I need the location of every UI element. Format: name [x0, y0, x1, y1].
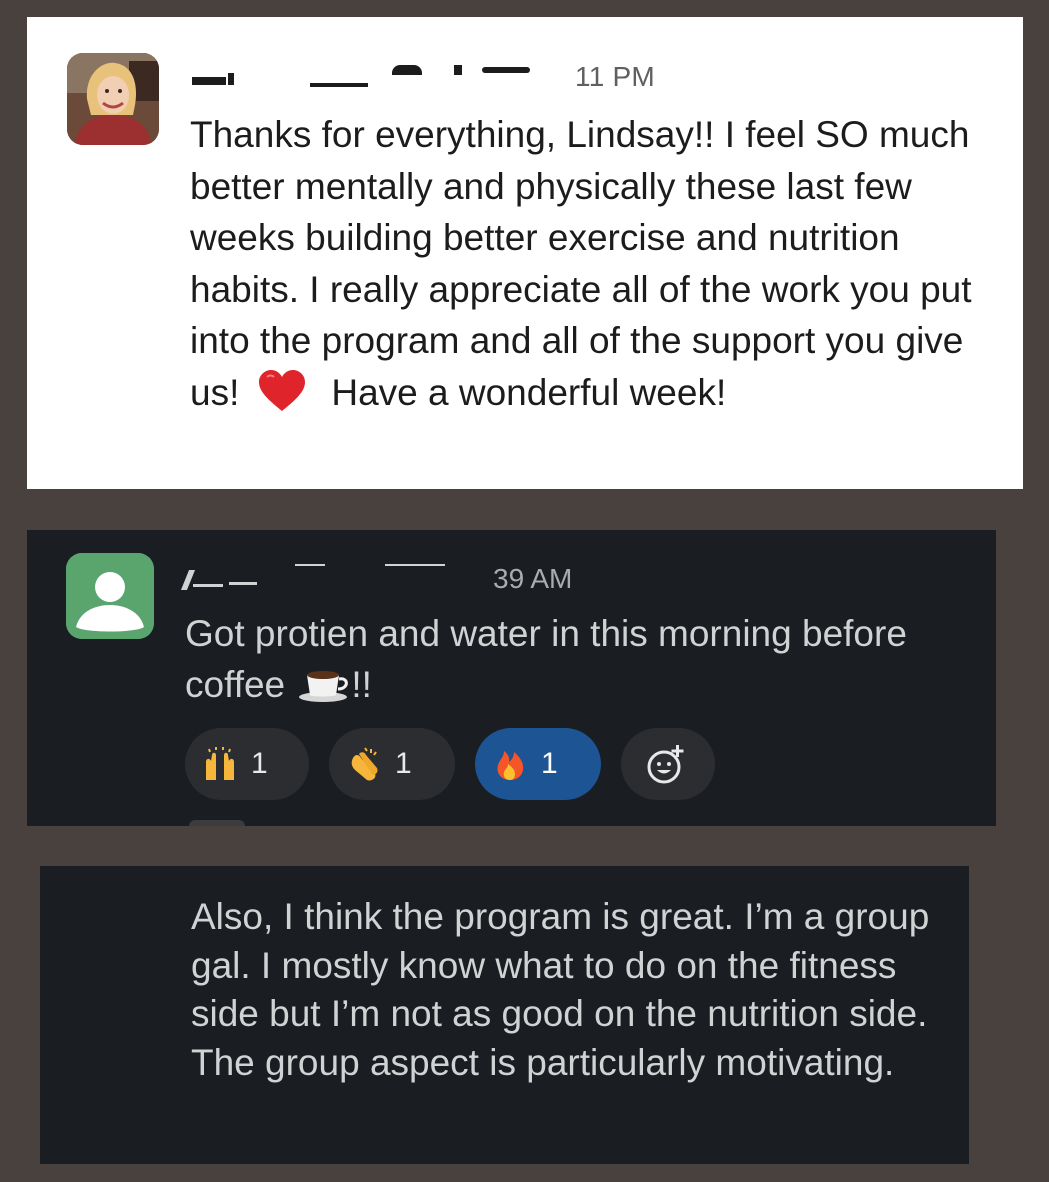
coffee-cup-icon [299, 671, 349, 702]
message-body: Got protien and water in this morning be… [185, 613, 907, 705]
message-body-closing: Have a wonderful week! [331, 371, 727, 413]
reaction-count: 1 [395, 747, 412, 780]
message-suffix: !! [351, 664, 372, 705]
reaction-fire[interactable]: 1 [475, 728, 601, 800]
message-card-light: 11 PM Thanks for everything, Lindsay!! I… [27, 17, 1023, 489]
message-text: Got protien and water in this morning be… [185, 608, 945, 710]
clapping-hands-icon [351, 747, 378, 781]
reaction-count: 1 [541, 747, 558, 780]
sender-name-redacted [192, 59, 530, 87]
add-reaction-button[interactable] [621, 728, 715, 800]
fire-icon [497, 751, 524, 780]
sender-name-redacted [180, 562, 495, 596]
message-card-dark: 39 AM Got protien and water in this morn… [27, 530, 996, 826]
default-user-icon [66, 553, 154, 639]
reaction-count: 1 [251, 747, 268, 780]
avatar[interactable] [66, 553, 154, 639]
message-card-dark-2: Also, I think the program is great. I’m … [40, 866, 969, 1164]
timestamp: 11 PM [575, 61, 655, 92]
avatar[interactable] [67, 53, 159, 145]
next-message-fragment [189, 820, 245, 826]
message-text: Thanks for everything, Lindsay!! I feel … [190, 109, 1000, 418]
reaction-clapping-hands[interactable]: 1 [329, 728, 455, 800]
message-text: Also, I think the program is great. I’m … [191, 896, 930, 1083]
red-heart-icon [259, 369, 306, 411]
add-reaction-icon [647, 745, 684, 784]
screenshot-collage: 11 PM Thanks for everything, Lindsay!! I… [0, 0, 1049, 1182]
reaction-raised-hands[interactable]: 1 [185, 728, 309, 800]
user-photo-icon [67, 53, 159, 145]
raised-hands-icon [206, 747, 234, 780]
timestamp: 39 AM [493, 563, 573, 594]
